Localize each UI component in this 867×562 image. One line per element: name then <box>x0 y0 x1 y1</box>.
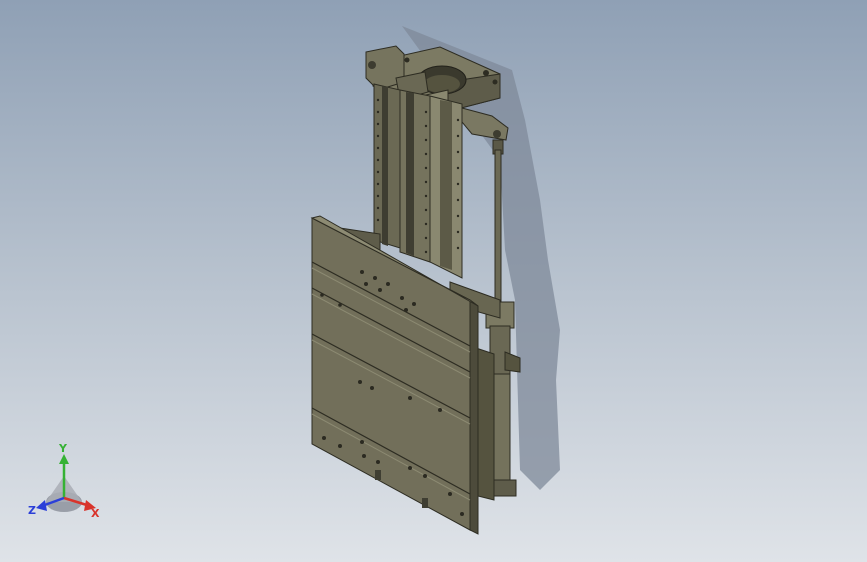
z-axis-arrow-icon <box>36 500 47 511</box>
cad-viewport[interactable]: Y X Z <box>0 0 867 562</box>
x-axis-label: X <box>91 507 100 520</box>
cad-model-view[interactable] <box>0 0 867 562</box>
central-column[interactable] <box>399 89 463 279</box>
left-rail[interactable] <box>373 83 401 249</box>
z-axis-label: Z <box>28 504 36 517</box>
y-axis-label: Y <box>58 442 68 455</box>
orientation-triad[interactable]: Y X Z <box>20 440 110 530</box>
y-axis-arrow-icon <box>59 454 69 464</box>
